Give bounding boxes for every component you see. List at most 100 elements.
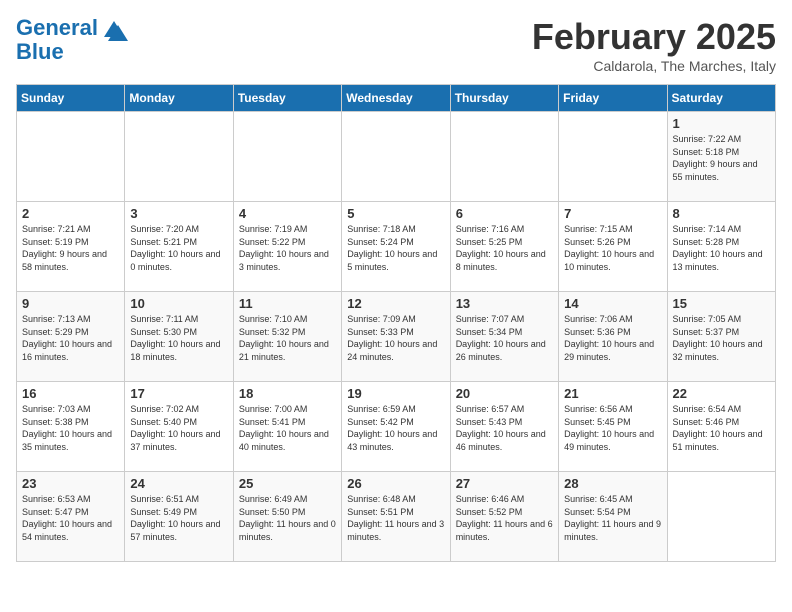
day-info: Sunrise: 7:11 AM Sunset: 5:30 PM Dayligh… (130, 313, 227, 363)
day-number: 2 (22, 206, 119, 221)
col-header-saturday: Saturday (667, 85, 775, 112)
calendar-cell: 10 Sunrise: 7:11 AM Sunset: 5:30 PM Dayli… (125, 292, 233, 382)
day-info: Sunrise: 6:54 AM Sunset: 5:46 PM Dayligh… (673, 403, 770, 453)
day-number: 20 (456, 386, 553, 401)
day-number: 15 (673, 296, 770, 311)
day-info: Sunrise: 6:56 AM Sunset: 5:45 PM Dayligh… (564, 403, 661, 453)
day-info: Sunrise: 7:22 AM Sunset: 5:18 PM Dayligh… (673, 133, 770, 183)
day-number: 16 (22, 386, 119, 401)
col-header-wednesday: Wednesday (342, 85, 450, 112)
day-number: 17 (130, 386, 227, 401)
logo: General Blue (16, 16, 128, 64)
day-number: 5 (347, 206, 444, 221)
day-number: 3 (130, 206, 227, 221)
day-number: 10 (130, 296, 227, 311)
day-info: Sunrise: 7:05 AM Sunset: 5:37 PM Dayligh… (673, 313, 770, 363)
day-number: 22 (673, 386, 770, 401)
day-info: Sunrise: 7:13 AM Sunset: 5:29 PM Dayligh… (22, 313, 119, 363)
calendar-cell: 11 Sunrise: 7:10 AM Sunset: 5:32 PM Dayli… (233, 292, 341, 382)
day-number: 12 (347, 296, 444, 311)
calendar-cell: 23 Sunrise: 6:53 AM Sunset: 5:47 PM Dayli… (17, 472, 125, 562)
day-number: 6 (456, 206, 553, 221)
calendar-cell: 19 Sunrise: 6:59 AM Sunset: 5:42 PM Dayli… (342, 382, 450, 472)
day-number: 8 (673, 206, 770, 221)
day-number: 11 (239, 296, 336, 311)
day-info: Sunrise: 6:45 AM Sunset: 5:54 PM Dayligh… (564, 493, 661, 543)
day-info: Sunrise: 7:16 AM Sunset: 5:25 PM Dayligh… (456, 223, 553, 273)
day-info: Sunrise: 7:20 AM Sunset: 5:21 PM Dayligh… (130, 223, 227, 273)
calendar-cell: 21Sunrise: 6:56 AM Sunset: 5:45 PM Dayli… (559, 382, 667, 472)
day-info: Sunrise: 7:00 AM Sunset: 5:41 PM Dayligh… (239, 403, 336, 453)
col-header-thursday: Thursday (450, 85, 558, 112)
calendar-cell: 25Sunrise: 6:49 AM Sunset: 5:50 PM Dayli… (233, 472, 341, 562)
day-info: Sunrise: 7:06 AM Sunset: 5:36 PM Dayligh… (564, 313, 661, 363)
calendar-cell: 15 Sunrise: 7:05 AM Sunset: 5:37 PM Dayli… (667, 292, 775, 382)
calendar-cell (559, 112, 667, 202)
col-header-monday: Monday (125, 85, 233, 112)
calendar-cell: 8 Sunrise: 7:14 AM Sunset: 5:28 PM Daylig… (667, 202, 775, 292)
calendar-cell: 13 Sunrise: 7:07 AM Sunset: 5:34 PM Dayli… (450, 292, 558, 382)
day-number: 13 (456, 296, 553, 311)
day-info: Sunrise: 6:48 AM Sunset: 5:51 PM Dayligh… (347, 493, 444, 543)
day-info: Sunrise: 6:57 AM Sunset: 5:43 PM Dayligh… (456, 403, 553, 453)
day-info: Sunrise: 6:46 AM Sunset: 5:52 PM Dayligh… (456, 493, 553, 543)
calendar-cell (125, 112, 233, 202)
calendar-cell: 5 Sunrise: 7:18 AM Sunset: 5:24 PM Daylig… (342, 202, 450, 292)
day-info: Sunrise: 7:14 AM Sunset: 5:28 PM Dayligh… (673, 223, 770, 273)
calendar-cell (17, 112, 125, 202)
day-number: 23 (22, 476, 119, 491)
calendar-cell: 16 Sunrise: 7:03 AM Sunset: 5:38 PM Dayli… (17, 382, 125, 472)
logo-text: General Blue (16, 16, 98, 64)
day-info: Sunrise: 7:18 AM Sunset: 5:24 PM Dayligh… (347, 223, 444, 273)
day-info: Sunrise: 7:03 AM Sunset: 5:38 PM Dayligh… (22, 403, 119, 453)
location: Caldarola, The Marches, Italy (532, 58, 776, 74)
month-title: February 2025 (532, 16, 776, 58)
calendar-cell: 28 Sunrise: 6:45 AM Sunset: 5:54 PM Dayli… (559, 472, 667, 562)
calendar-cell (450, 112, 558, 202)
calendar-cell: 26 Sunrise: 6:48 AM Sunset: 5:51 PM Dayli… (342, 472, 450, 562)
calendar-cell: 18 Sunrise: 7:00 AM Sunset: 5:41 PM Dayli… (233, 382, 341, 472)
calendar-cell: 27 Sunrise: 6:46 AM Sunset: 5:52 PM Dayli… (450, 472, 558, 562)
day-number: 7 (564, 206, 661, 221)
calendar-cell: 3 Sunrise: 7:20 AM Sunset: 5:21 PM Daylig… (125, 202, 233, 292)
logo-icon (100, 17, 128, 45)
page-header: General Blue February 2025 Caldarola, Th… (16, 16, 776, 74)
calendar-cell: 22 Sunrise: 6:54 AM Sunset: 5:46 PM Dayli… (667, 382, 775, 472)
day-number: 1 (673, 116, 770, 131)
calendar-cell: 4 Sunrise: 7:19 AM Sunset: 5:22 PM Daylig… (233, 202, 341, 292)
day-info: Sunrise: 7:02 AM Sunset: 5:40 PM Dayligh… (130, 403, 227, 453)
day-info: Sunrise: 6:53 AM Sunset: 5:47 PM Dayligh… (22, 493, 119, 543)
calendar-table: SundayMondayTuesdayWednesdayThursdayFrid… (16, 84, 776, 562)
day-info: Sunrise: 7:19 AM Sunset: 5:22 PM Dayligh… (239, 223, 336, 273)
col-header-friday: Friday (559, 85, 667, 112)
col-header-sunday: Sunday (17, 85, 125, 112)
day-number: 14 (564, 296, 661, 311)
day-number: 25 (239, 476, 336, 491)
day-info: Sunrise: 7:21 AM Sunset: 5:19 PM Dayligh… (22, 223, 119, 273)
day-info: Sunrise: 7:09 AM Sunset: 5:33 PM Dayligh… (347, 313, 444, 363)
calendar-cell: 1 Sunrise: 7:22 AM Sunset: 5:18 PM Daylig… (667, 112, 775, 202)
day-number: 4 (239, 206, 336, 221)
calendar-cell: 12 Sunrise: 7:09 AM Sunset: 5:33 PM Dayli… (342, 292, 450, 382)
calendar-cell (342, 112, 450, 202)
day-number: 9 (22, 296, 119, 311)
calendar-cell: 20 Sunrise: 6:57 AM Sunset: 5:43 PM Dayli… (450, 382, 558, 472)
day-info: Sunrise: 7:10 AM Sunset: 5:32 PM Dayligh… (239, 313, 336, 363)
day-info: Sunrise: 7:15 AM Sunset: 5:26 PM Dayligh… (564, 223, 661, 273)
day-number: 18 (239, 386, 336, 401)
title-block: February 2025 Caldarola, The Marches, It… (532, 16, 776, 74)
day-number: 28 (564, 476, 661, 491)
calendar-cell: 2 Sunrise: 7:21 AM Sunset: 5:19 PM Daylig… (17, 202, 125, 292)
day-number: 26 (347, 476, 444, 491)
day-number: 27 (456, 476, 553, 491)
day-number: 19 (347, 386, 444, 401)
calendar-cell (233, 112, 341, 202)
day-info: Sunrise: 6:51 AM Sunset: 5:49 PM Dayligh… (130, 493, 227, 543)
calendar-cell: 9 Sunrise: 7:13 AM Sunset: 5:29 PM Daylig… (17, 292, 125, 382)
day-info: Sunrise: 7:07 AM Sunset: 5:34 PM Dayligh… (456, 313, 553, 363)
calendar-cell: 7 Sunrise: 7:15 AM Sunset: 5:26 PM Daylig… (559, 202, 667, 292)
day-number: 24 (130, 476, 227, 491)
calendar-cell: 6 Sunrise: 7:16 AM Sunset: 5:25 PM Daylig… (450, 202, 558, 292)
calendar-cell: 24 Sunrise: 6:51 AM Sunset: 5:49 PM Dayli… (125, 472, 233, 562)
day-info: Sunrise: 6:59 AM Sunset: 5:42 PM Dayligh… (347, 403, 444, 453)
